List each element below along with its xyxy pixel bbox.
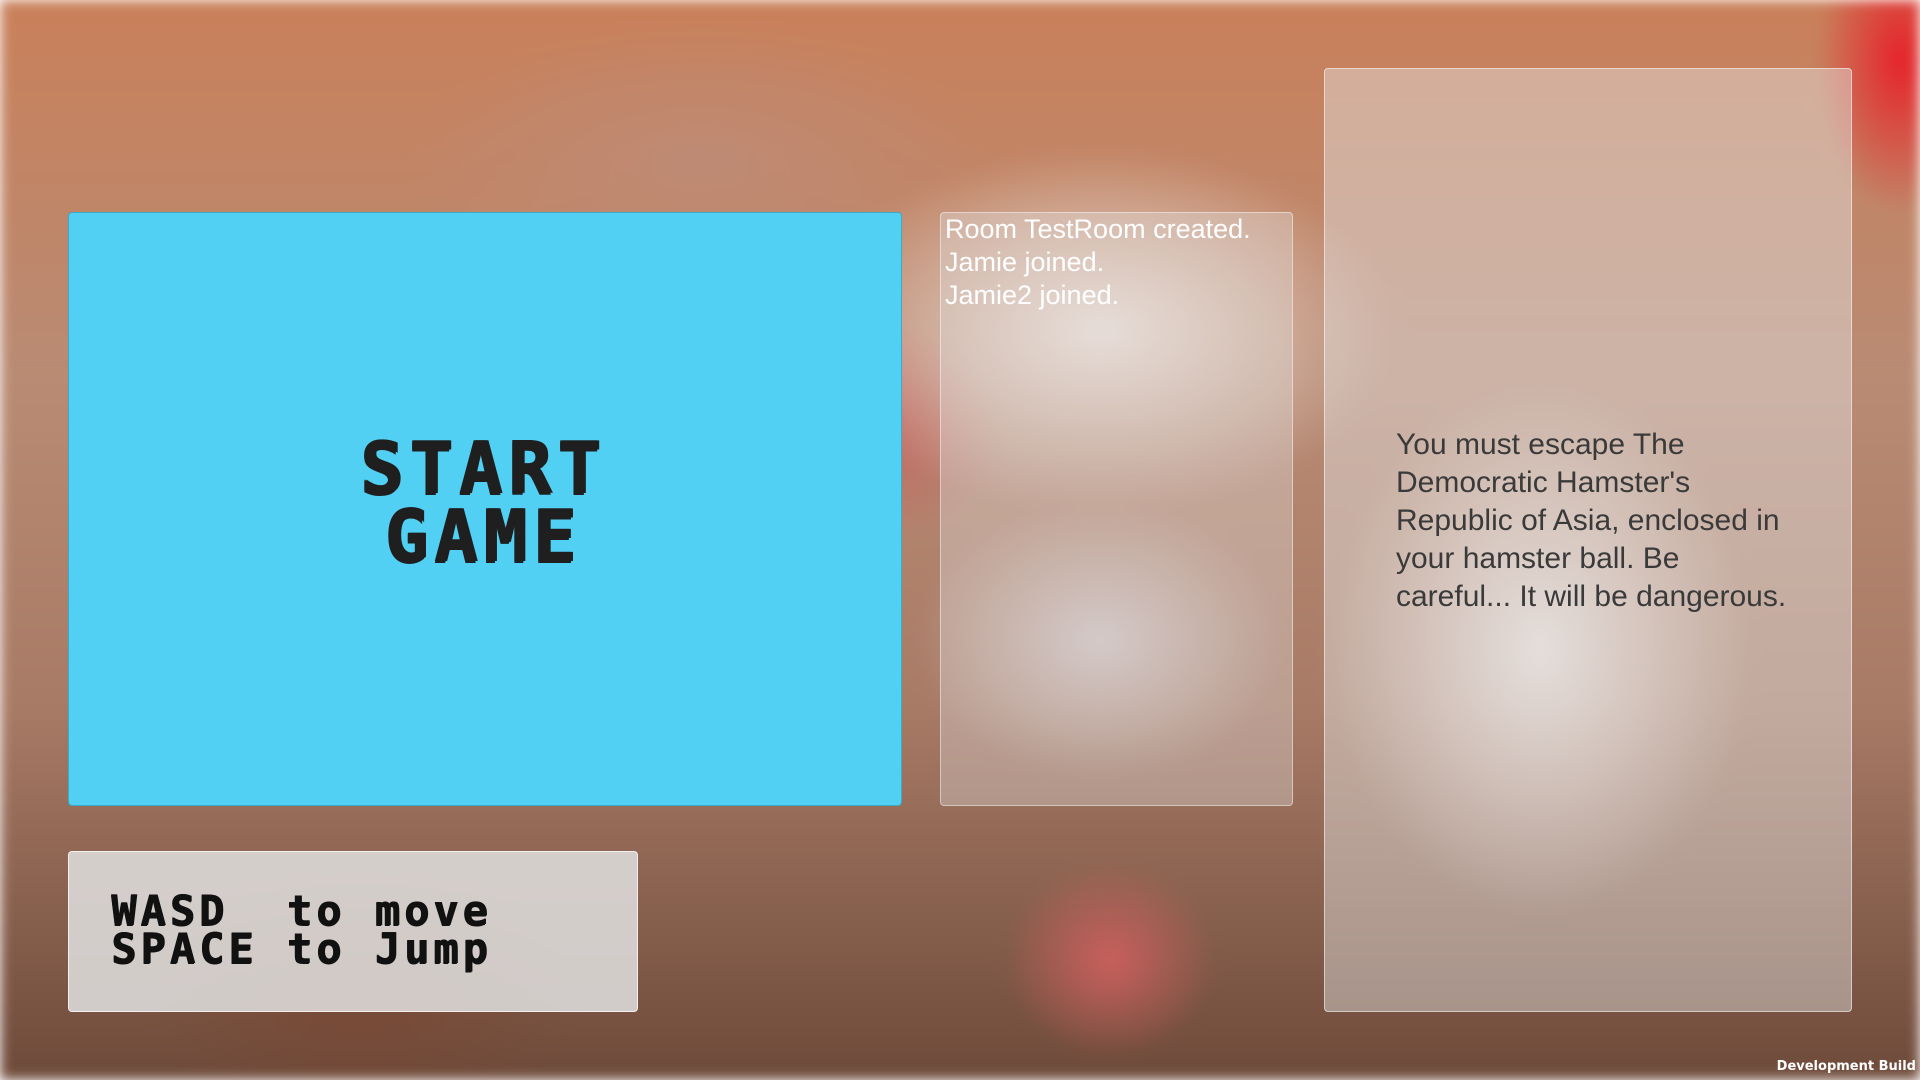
development-build-label: Development Build [1776, 1059, 1916, 1074]
story-panel: You must escape The Democratic Hamster's… [1324, 68, 1852, 1012]
start-game-button[interactable]: START GAME [68, 212, 902, 806]
log-line: Jamie joined. [945, 247, 1105, 277]
controls-panel: WASD to move SPACE to Jump [68, 851, 638, 1012]
start-game-label: START GAME [359, 425, 607, 578]
story-text: You must escape The Democratic Hamster's… [1396, 428, 1787, 613]
controls-text: WASD to move SPACE to Jump [111, 886, 492, 973]
event-log-panel: Room TestRoom created. Jamie joined. Jam… [940, 212, 1293, 806]
log-line: Room TestRoom created. [945, 214, 1251, 244]
log-line: Jamie2 joined. [945, 280, 1120, 310]
